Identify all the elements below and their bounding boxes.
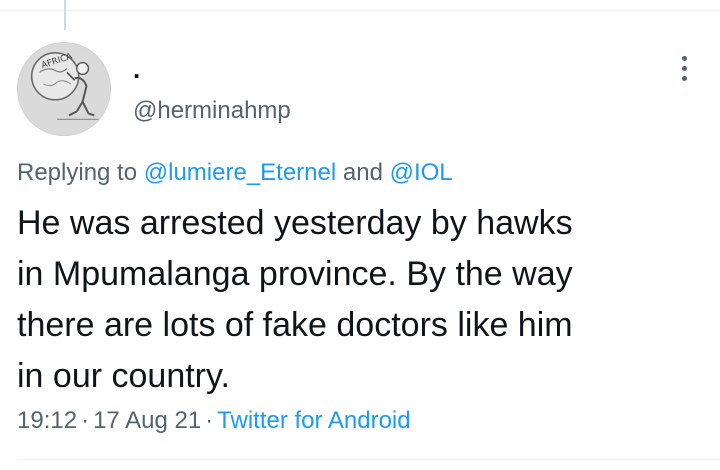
replying-to-conjunction: and [342, 159, 383, 186]
top-divider [0, 10, 720, 11]
replying-to-line: Replying to @lumiere_Eternel and @IOL [17, 158, 453, 188]
tweet-card: AFRICA . @herminahmp Replying to @lumier… [0, 0, 720, 470]
bottom-divider [17, 459, 720, 460]
tweet-text: He was arrested yesterday by hawks in Mp… [17, 198, 707, 402]
tweet-text-line: there are lots of fake doctors like him [17, 306, 573, 344]
more-vertical-icon-dot [681, 65, 687, 71]
more-vertical-icon [681, 55, 687, 61]
avatar[interactable]: AFRICA [17, 42, 111, 136]
more-vertical-icon-dot [681, 75, 687, 81]
thread-connector-line [64, 0, 66, 30]
tweet-metadata: 19:12 · 17 Aug 21 · Twitter for Android [17, 406, 411, 436]
replying-to-label: Replying to [17, 159, 138, 186]
mention-link-iol[interactable]: @IOL [390, 159, 453, 186]
mention-link-lumiere[interactable]: @lumiere_Eternel [144, 159, 336, 186]
tweet-source-link[interactable]: Twitter for Android [217, 407, 410, 434]
tweet-text-line: He was arrested yesterday by hawks [17, 204, 573, 242]
more-options-button[interactable] [670, 50, 698, 86]
tweet-text-line: in our country. [17, 357, 230, 395]
meta-separator: · [205, 407, 214, 434]
meta-separator: · [81, 407, 90, 434]
tweet-text-line: in Mpumalanga province. By the way [17, 255, 573, 293]
user-handle[interactable]: @herminahmp [133, 96, 291, 126]
africa-globe-carrier-avatar: AFRICA [18, 43, 110, 135]
display-name[interactable]: . [133, 54, 140, 84]
tweet-time[interactable]: 19:12 [17, 407, 77, 434]
tweet-date[interactable]: 17 Aug 21 [93, 407, 201, 434]
